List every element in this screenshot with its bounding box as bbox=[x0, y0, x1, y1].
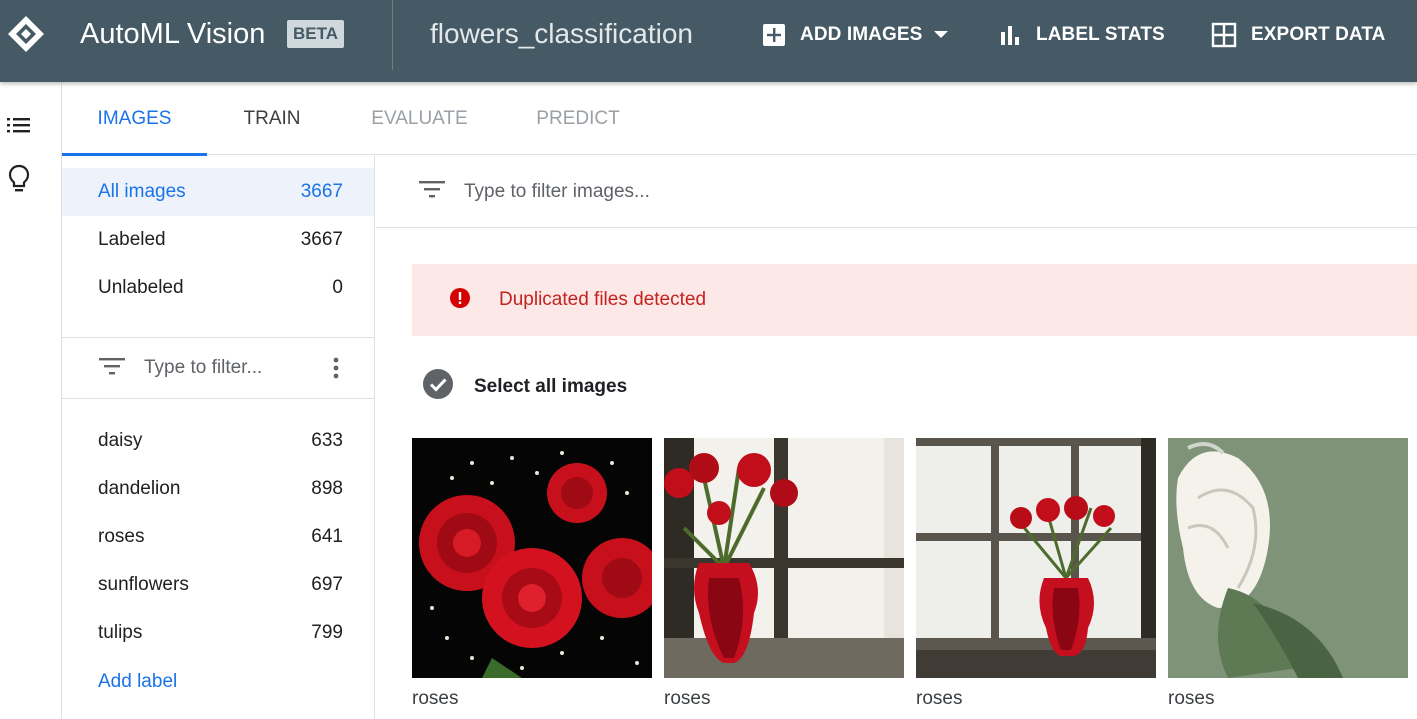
beta-badge: BETA bbox=[287, 20, 345, 48]
tab-bar: IMAGES TRAIN EVALUATE PREDICT bbox=[62, 82, 1417, 156]
panel-divider bbox=[62, 398, 374, 399]
label-name: roses bbox=[98, 526, 145, 547]
duplicate-files-alert: Duplicated files detected bbox=[412, 264, 1417, 336]
image-thumbnail[interactable] bbox=[664, 438, 904, 678]
add-box-icon bbox=[763, 24, 785, 46]
add-images-label: ADD IMAGES bbox=[800, 24, 923, 45]
label-count: 633 bbox=[311, 430, 343, 451]
filter-labeled-count: 3667 bbox=[300, 229, 343, 250]
tab-train[interactable]: TRAIN bbox=[222, 82, 322, 155]
dropdown-arrow-icon bbox=[934, 31, 949, 38]
image-thumbnail[interactable] bbox=[916, 438, 1156, 678]
tab-predict: PREDICT bbox=[536, 108, 620, 129]
image-thumbnail[interactable] bbox=[412, 438, 652, 678]
filter-unlabeled[interactable]: Unlabeled 0 bbox=[62, 264, 374, 312]
label-count: 641 bbox=[311, 526, 343, 547]
select-all-label: Select all images bbox=[474, 376, 628, 397]
image-thumbnail[interactable] bbox=[1168, 438, 1408, 678]
image-tile[interactable]: roses bbox=[916, 438, 1156, 710]
filter-all-images-label: All images bbox=[98, 181, 186, 202]
label-stats-label: LABEL STATS bbox=[1036, 24, 1165, 45]
label-filter-input[interactable] bbox=[144, 357, 314, 379]
error-icon bbox=[449, 287, 471, 314]
bar-chart-icon bbox=[1001, 26, 1019, 45]
export-data-button[interactable]: EXPORT DATA bbox=[1211, 20, 1385, 50]
filter-unlabeled-label: Unlabeled bbox=[98, 277, 184, 298]
export-data-label: EXPORT DATA bbox=[1251, 24, 1386, 45]
label-name: tulips bbox=[98, 622, 143, 643]
image-filter-bar bbox=[376, 156, 1417, 228]
image-label: roses bbox=[1168, 688, 1215, 709]
label-item-dandelion[interactable]: dandelion 898 bbox=[62, 465, 374, 513]
label-count: 697 bbox=[311, 574, 343, 595]
label-item-sunflowers[interactable]: sunflowers 697 bbox=[62, 561, 374, 609]
select-all-images[interactable]: Select all images bbox=[422, 368, 628, 406]
dataset-name: flowers_classification bbox=[430, 18, 693, 49]
check-circle-icon[interactable] bbox=[422, 368, 454, 406]
add-images-button[interactable]: ADD IMAGES bbox=[762, 20, 949, 50]
lightbulb-icon[interactable] bbox=[4, 164, 34, 194]
label-name: sunflowers bbox=[98, 574, 189, 595]
list-icon[interactable] bbox=[4, 110, 34, 140]
tab-evaluate: EVALUATE bbox=[371, 108, 468, 129]
label-item-roses[interactable]: roses 641 bbox=[62, 513, 374, 561]
image-tile[interactable]: roses bbox=[664, 438, 904, 710]
image-label: roses bbox=[412, 688, 459, 709]
grid-icon bbox=[1211, 22, 1237, 48]
image-filter-input[interactable] bbox=[464, 180, 1064, 203]
filter-all-images[interactable]: All images 3667 bbox=[62, 168, 374, 216]
add-label-link[interactable]: Add label bbox=[98, 671, 177, 693]
filter-icon bbox=[418, 179, 446, 204]
filter-labeled[interactable]: Labeled 3667 bbox=[62, 216, 374, 264]
automl-logo-icon[interactable] bbox=[6, 14, 46, 54]
image-tile[interactable]: roses bbox=[1168, 438, 1408, 710]
alert-message: Duplicated files detected bbox=[499, 289, 707, 310]
label-count: 799 bbox=[311, 622, 343, 643]
tab-images[interactable]: IMAGES bbox=[62, 82, 207, 156]
filter-all-images-count: 3667 bbox=[300, 181, 343, 202]
label-stats-button[interactable]: LABEL STATS bbox=[1000, 20, 1165, 50]
label-filter-panel: All images 3667 Labeled 3667 Unlabeled 0 bbox=[62, 156, 375, 719]
filter-icon bbox=[98, 356, 126, 381]
top-app-bar: AutoML Vision BETA flowers_classificatio… bbox=[0, 0, 1417, 82]
image-label: roses bbox=[664, 688, 711, 709]
image-label: roses bbox=[916, 688, 963, 709]
app-title: AutoML Vision bbox=[80, 18, 266, 50]
more-vert-icon[interactable] bbox=[324, 356, 348, 380]
filter-unlabeled-count: 0 bbox=[332, 277, 343, 298]
label-name: dandelion bbox=[98, 478, 181, 499]
label-filter-bar bbox=[62, 338, 374, 398]
label-item-tulips[interactable]: tulips 799 bbox=[62, 609, 374, 657]
header-divider bbox=[392, 0, 393, 70]
filter-labeled-label: Labeled bbox=[98, 229, 166, 250]
image-tile[interactable]: roses bbox=[412, 438, 652, 710]
label-count: 898 bbox=[311, 478, 343, 499]
label-item-daisy[interactable]: daisy 633 bbox=[62, 417, 374, 465]
label-name: daisy bbox=[98, 430, 143, 451]
left-rail bbox=[0, 82, 62, 719]
